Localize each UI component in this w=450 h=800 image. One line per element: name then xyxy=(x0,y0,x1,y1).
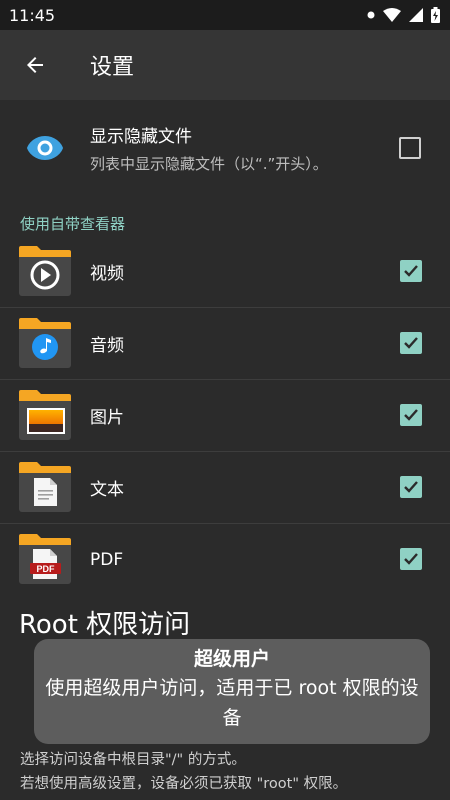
back-button[interactable] xyxy=(0,30,70,100)
viewer-item-pdf[interactable]: PDF PDF xyxy=(0,524,450,595)
show-hidden-files-setting[interactable]: 显示隐藏文件 列表中显示隐藏文件（以“.”开头）。 xyxy=(0,100,450,195)
folder-video-icon-wrap xyxy=(0,244,90,300)
show-hidden-texts: 显示隐藏文件 列表中显示隐藏文件（以“.”开头）。 xyxy=(90,122,450,174)
show-hidden-title: 显示隐藏文件 xyxy=(90,126,192,147)
signal-dot-icon xyxy=(367,11,375,19)
viewer-item-label: PDF xyxy=(90,549,124,570)
image-icon xyxy=(19,389,71,440)
eye-icon xyxy=(27,135,63,160)
folder-text-icon-wrap xyxy=(0,460,90,516)
folder-pdf-icon-wrap: PDF xyxy=(0,532,90,588)
arrow-left-icon xyxy=(27,57,43,73)
status-time: 11:45 xyxy=(9,5,56,25)
status-bar: 11:45 xyxy=(0,0,450,30)
viewer-text-checkbox[interactable] xyxy=(400,476,422,498)
footer-line-1: 选择访问设备中根目录"/" 的方式。 xyxy=(20,752,246,768)
status-icons xyxy=(367,7,440,23)
show-hidden-subtitle: 列表中显示隐藏文件（以“.”开头）。 xyxy=(90,154,328,173)
document-icon xyxy=(19,461,71,512)
viewer-item-audio[interactable]: 音频 xyxy=(0,308,450,380)
builtin-viewer-section-label: 使用自带查看器 xyxy=(20,215,126,233)
root-access-description: 选择访问设备中根目录"/" 的方式。 若想使用高级设置，设备必须已获取 "roo… xyxy=(20,748,347,796)
app-bar: 设置 xyxy=(0,30,450,100)
battery-icon xyxy=(431,7,440,23)
toast-title: 超级用户 xyxy=(193,648,270,670)
viewer-item-video[interactable]: 视频 xyxy=(0,236,450,308)
superuser-toast: 超级用户 使用超级用户访问，适用于已 root 权限的设备 xyxy=(34,639,430,744)
viewer-item-label: 图片 xyxy=(90,408,124,428)
viewer-audio-checkbox[interactable] xyxy=(400,332,422,354)
check-icon xyxy=(404,481,418,493)
show-hidden-checkbox[interactable] xyxy=(399,136,421,159)
viewer-item-text[interactable]: 文本 xyxy=(0,452,450,524)
check-icon xyxy=(404,337,418,349)
toast-body: 使用超级用户访问，适用于已 root 权限的设备 xyxy=(45,677,419,729)
builtin-viewer-list: 视频 音频 图片 文本 PDF PDF xyxy=(0,236,450,595)
page-title: 设置 xyxy=(90,55,135,80)
eye-icon-wrap xyxy=(0,135,90,161)
check-icon xyxy=(404,409,418,421)
viewer-item-label: 音频 xyxy=(90,336,124,356)
video-play-icon xyxy=(19,245,71,296)
cell-signal-icon xyxy=(409,8,423,22)
root-access-title: Root 权限访问 xyxy=(19,610,191,640)
folder-image-icon-wrap xyxy=(0,388,90,444)
viewer-image-checkbox[interactable] xyxy=(400,404,422,426)
folder-audio-icon-wrap xyxy=(0,316,90,372)
viewer-pdf-checkbox[interactable] xyxy=(400,548,422,570)
footer-line-2: 若想使用高级设置，设备必须已获取 "root" 权限。 xyxy=(20,776,348,792)
viewer-video-checkbox[interactable] xyxy=(400,260,422,282)
check-icon xyxy=(404,553,418,565)
wifi-icon xyxy=(383,8,401,22)
music-note-icon xyxy=(19,317,71,368)
pdf-icon: PDF xyxy=(19,533,71,584)
viewer-item-image[interactable]: 图片 xyxy=(0,380,450,452)
viewer-item-label: 文本 xyxy=(90,480,124,500)
viewer-item-label: 视频 xyxy=(90,264,124,284)
pdf-badge-text: PDF xyxy=(37,564,56,574)
check-icon xyxy=(404,265,418,277)
